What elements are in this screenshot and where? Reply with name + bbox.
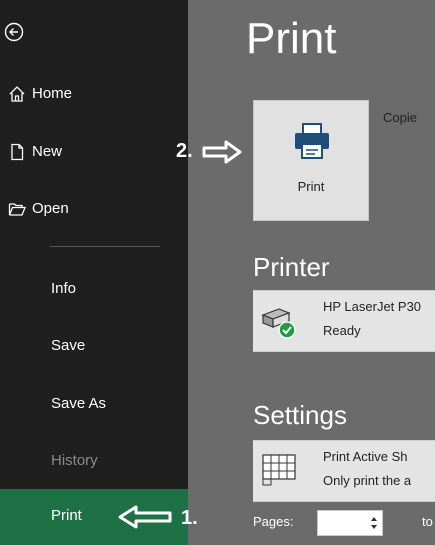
printer-name: HP LaserJet P30 bbox=[323, 299, 422, 314]
print-what-select[interactable]: Print Active Sh Only print the a bbox=[253, 440, 435, 502]
pages-to-label: to bbox=[422, 514, 433, 529]
sidebar-divider bbox=[50, 246, 160, 247]
sidebar-item-label: History bbox=[51, 452, 98, 469]
copies-label: Copie bbox=[383, 110, 417, 125]
pages-from-input[interactable] bbox=[317, 510, 383, 536]
annotation-step-1: 1. bbox=[181, 507, 198, 529]
sidebar-item-label: Info bbox=[51, 280, 77, 297]
settings-print-what: Print Active Sh bbox=[323, 449, 408, 464]
sidebar-item-label: Save As bbox=[51, 395, 107, 412]
folder-open-icon bbox=[8, 203, 26, 216]
home-icon bbox=[9, 86, 25, 102]
sidebar-item-label: Print bbox=[51, 507, 82, 524]
printer-ready-icon bbox=[261, 308, 296, 339]
sidebar-item-label: Home bbox=[32, 85, 73, 102]
back-arrow-icon[interactable] bbox=[4, 22, 24, 42]
new-document-icon bbox=[11, 143, 24, 161]
annotation-arrow-right-icon bbox=[202, 140, 242, 164]
printer-select[interactable]: HP LaserJet P30 Ready bbox=[253, 290, 435, 352]
annotation-arrow-left-icon bbox=[118, 505, 172, 529]
printer-status: Ready bbox=[323, 323, 361, 338]
page-title: Print bbox=[246, 14, 337, 63]
sidebar-item-home[interactable]: Home bbox=[0, 79, 188, 109]
settings-section-title: Settings bbox=[253, 400, 347, 430]
printer-section-title: Printer bbox=[253, 252, 330, 282]
sidebar-item-label: New bbox=[32, 143, 63, 160]
print-button-label: Print bbox=[297, 179, 325, 194]
pages-label: Pages: bbox=[253, 514, 294, 529]
sidebar-item-save-as[interactable]: Save As bbox=[0, 389, 188, 419]
sidebar-item-history[interactable]: History bbox=[0, 446, 188, 476]
sheet-grid-icon bbox=[262, 454, 296, 486]
sidebar-item-save[interactable]: Save bbox=[0, 331, 188, 361]
sidebar-item-label: Open bbox=[32, 200, 69, 217]
sidebar-item-info[interactable]: Info bbox=[0, 274, 188, 304]
printer-icon bbox=[295, 123, 329, 159]
settings-print-what-desc: Only print the a bbox=[323, 473, 412, 488]
annotation-step-2: 2. bbox=[176, 140, 193, 162]
sidebar-item-open[interactable]: Open bbox=[0, 194, 188, 224]
sidebar-item-new[interactable]: New bbox=[0, 137, 188, 167]
print-button[interactable]: Print bbox=[253, 100, 369, 221]
spinner-arrows-icon[interactable] bbox=[370, 515, 378, 531]
backstage-sidebar: Home New Open Info Save Save As History … bbox=[0, 0, 188, 545]
sidebar-item-label: Save bbox=[51, 337, 86, 354]
